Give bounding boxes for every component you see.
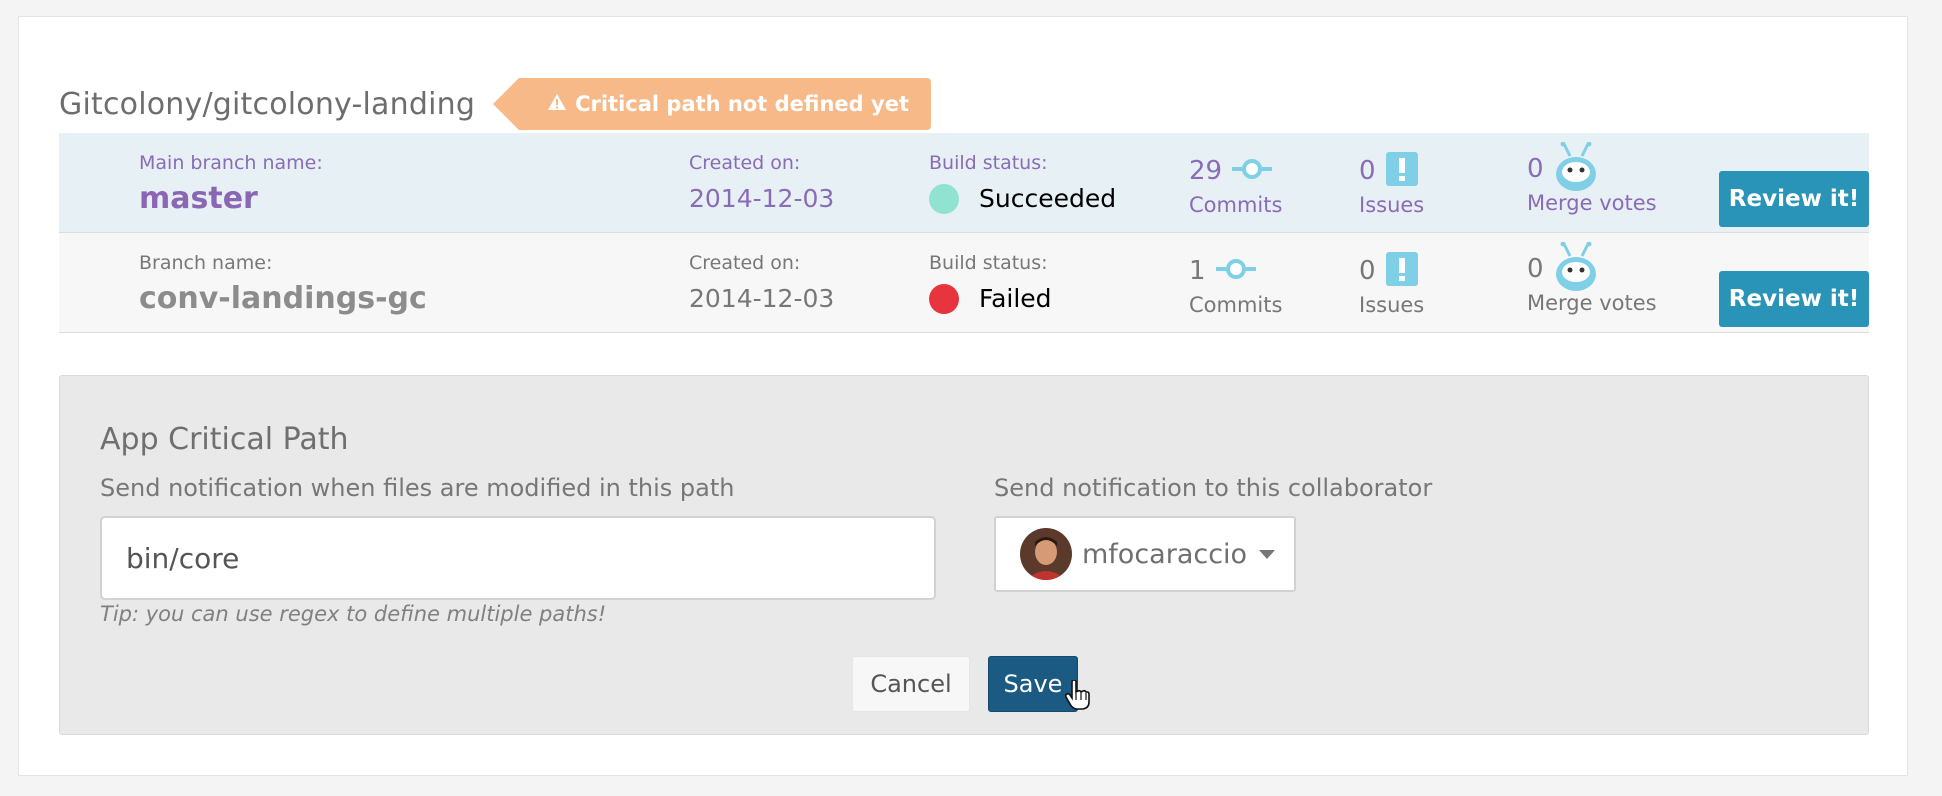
hand-pointer-cursor-icon: [1064, 679, 1090, 714]
issues-label: Issues: [1359, 193, 1425, 217]
warning-text: Critical path not defined yet: [575, 92, 909, 116]
branch-name[interactable]: master: [139, 179, 323, 219]
branch-name-label: Branch name:: [139, 252, 273, 274]
build-status-cell: Build status: Succeeded: [929, 151, 1116, 217]
commit-icon: [1232, 158, 1273, 184]
commits-stat[interactable]: 29 Commits: [1189, 149, 1282, 217]
branch-name[interactable]: conv-landings-gc: [139, 279, 427, 319]
merge-votes-stat[interactable]: 0 Merge votes: [1527, 241, 1657, 315]
commits-count: 1: [1189, 256, 1206, 286]
build-status-label: Build status:: [929, 152, 1048, 174]
votes-count: 0: [1527, 154, 1544, 184]
issues-count: 0: [1359, 156, 1376, 186]
build-status-dot: [929, 284, 959, 314]
build-status-dot: [929, 184, 959, 214]
path-field-label: Send notification when files are modifie…: [100, 474, 735, 502]
branch-name-cell: Main branch name: master: [139, 151, 323, 219]
merge-vote-mascot-icon: [1554, 241, 1598, 296]
issues-stat[interactable]: 0 Issues: [1359, 249, 1424, 317]
branch-row-main: Main branch name: master Created on: 201…: [59, 133, 1869, 233]
repo-title[interactable]: Gitcolony/gitcolony-landing: [59, 87, 475, 122]
cancel-button[interactable]: Cancel: [852, 656, 970, 712]
build-status-text: Failed: [979, 284, 1052, 313]
commits-stat[interactable]: 1 Commits: [1189, 249, 1282, 317]
branch-name-cell: Branch name: conv-landings-gc: [139, 251, 427, 319]
collaborator-field-label: Send notification to this collaborator: [994, 474, 1433, 502]
commits-label: Commits: [1189, 293, 1283, 317]
issue-exclamation-icon: [1385, 152, 1418, 190]
review-button-main[interactable]: Review it!: [1719, 171, 1869, 227]
commits-label: Commits: [1189, 193, 1283, 217]
build-status-label: Build status:: [929, 252, 1048, 274]
commits-count: 29: [1189, 156, 1223, 186]
created-label: Created on:: [689, 252, 801, 274]
votes-label: Merge votes: [1527, 191, 1657, 215]
created-label: Created on:: [689, 152, 801, 174]
repository-card: Gitcolony/gitcolony-landing Critical pat…: [18, 16, 1908, 776]
repo-header: Gitcolony/gitcolony-landing Critical pat…: [59, 69, 931, 139]
build-status-cell: Build status: Failed: [929, 251, 1052, 317]
panel-title: App Critical Path: [100, 422, 349, 457]
branch-row-feature: Branch name: conv-landings-gc Created on…: [59, 233, 1869, 333]
critical-path-panel: App Critical Path Send notification when…: [59, 375, 1869, 735]
merge-vote-mascot-icon: [1554, 141, 1598, 196]
warning-triangle-icon: [547, 92, 567, 116]
created-cell: Created on: 2014-12-03: [689, 151, 834, 217]
created-date: 2014-12-03: [689, 184, 835, 213]
chevron-down-icon: [1259, 549, 1276, 559]
votes-count: 0: [1527, 254, 1544, 284]
commit-icon: [1215, 258, 1256, 284]
issue-exclamation-icon: [1385, 252, 1418, 290]
branch-name-label: Main branch name:: [139, 152, 323, 174]
merge-votes-stat[interactable]: 0 Merge votes: [1527, 141, 1657, 215]
path-input[interactable]: [100, 516, 936, 600]
collaborator-select[interactable]: mfocaraccio: [994, 516, 1296, 592]
issues-count: 0: [1359, 256, 1376, 286]
created-date: 2014-12-03: [689, 284, 835, 313]
critical-path-warning-badge: Critical path not defined yet: [493, 78, 931, 130]
issues-stat[interactable]: 0 Issues: [1359, 149, 1424, 217]
build-status-text: Succeeded: [979, 184, 1117, 213]
avatar: [1020, 528, 1072, 580]
review-button-feature[interactable]: Review it!: [1719, 271, 1869, 327]
issues-label: Issues: [1359, 293, 1425, 317]
created-cell: Created on: 2014-12-03: [689, 251, 834, 317]
votes-label: Merge votes: [1527, 291, 1657, 315]
regex-tip: Tip: you can use regex to define multipl…: [100, 602, 607, 626]
collaborator-name: mfocaraccio: [1082, 538, 1248, 570]
